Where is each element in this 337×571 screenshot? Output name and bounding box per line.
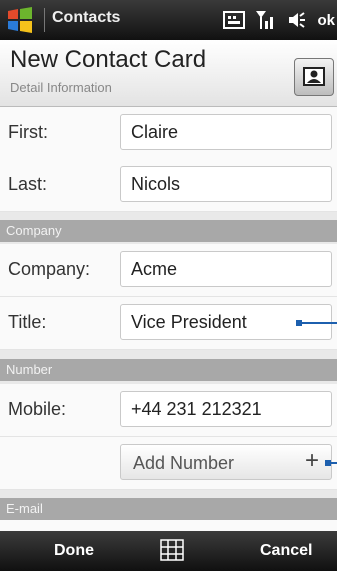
- callout-line: [325, 460, 337, 466]
- contact-picture-button[interactable]: [294, 58, 334, 96]
- last-name-field[interactable]: Nicols: [120, 166, 332, 202]
- windows-start-icon[interactable]: [6, 6, 34, 34]
- add-number-button[interactable]: Add Number +: [120, 444, 332, 480]
- app-title: Contacts: [52, 9, 121, 26]
- ok-button[interactable]: ok: [317, 12, 335, 29]
- plus-icon: +: [304, 447, 319, 474]
- page-subtitle: Detail Information: [10, 80, 112, 95]
- last-name-row: Last: Nicols: [0, 159, 337, 212]
- mobile-field[interactable]: +44 231 212321: [120, 391, 332, 427]
- cancel-button[interactable]: Cancel: [260, 542, 312, 560]
- signal-icon[interactable]: [255, 9, 277, 31]
- section-company: Company: [0, 220, 337, 242]
- first-name-row: First: Claire: [0, 107, 337, 160]
- section-email: E-mail: [0, 498, 337, 520]
- last-name-label: Last:: [8, 174, 48, 194]
- first-name-field[interactable]: Claire: [120, 114, 332, 150]
- keyboard-icon[interactable]: [223, 11, 246, 29]
- done-button[interactable]: Done: [54, 542, 94, 560]
- contact-card-icon: [303, 67, 325, 86]
- volume-icon[interactable]: [287, 10, 307, 30]
- title-row: Title: Vice President: [0, 297, 337, 350]
- add-number-row: Add Number +: [0, 437, 337, 490]
- section-number: Number: [0, 359, 337, 381]
- add-number-label: Add Number: [133, 453, 235, 473]
- mobile-row: Mobile: +44 231 212321: [0, 384, 337, 437]
- first-name-label: First:: [8, 122, 48, 142]
- company-label: Company:: [8, 259, 91, 279]
- status-bar: Contacts ok: [0, 0, 337, 40]
- company-row: Company: Acme: [0, 244, 337, 297]
- company-field[interactable]: Acme: [120, 251, 332, 287]
- callout-line: [296, 320, 337, 326]
- mobile-label: Mobile:: [8, 399, 67, 419]
- keyboard-grid-icon[interactable]: [160, 539, 184, 561]
- title-separator: [44, 8, 45, 32]
- email-row-partial: [0, 520, 337, 531]
- page-header: New Contact Card Detail Information: [0, 40, 337, 107]
- page-title: New Contact Card: [10, 46, 207, 73]
- title-label: Title:: [8, 312, 47, 332]
- softkey-bar: Done Cancel: [0, 531, 337, 571]
